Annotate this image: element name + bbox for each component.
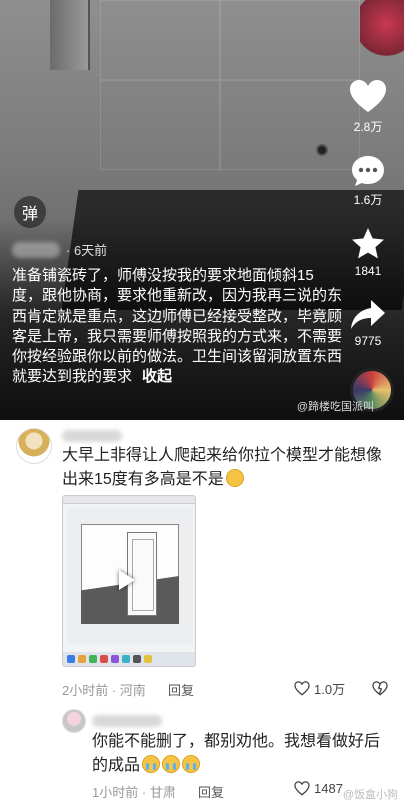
wall-tile: [100, 80, 220, 170]
screenshot-dock: [63, 652, 195, 666]
heart-icon: [350, 80, 386, 112]
dock-app-icon: [133, 655, 141, 663]
crying-emoji-icon: [142, 755, 161, 773]
author-row: · 6天前: [12, 240, 107, 259]
heart-outline-icon: [294, 781, 310, 796]
share-action[interactable]: 9775: [351, 300, 385, 348]
dock-app-icon: [67, 655, 75, 663]
reply-body: 你能不能删了，都别劝他。我想看做好后的成品: [92, 733, 381, 774]
favorite-action[interactable]: 1841: [351, 228, 385, 278]
reply-like-button[interactable]: 1487: [294, 781, 343, 796]
comment-text: 大早上非得让人爬起来给你拉个模型才能想像出来15度有多高是不是: [62, 444, 382, 492]
comment-image[interactable]: [62, 495, 196, 667]
comment-like-button[interactable]: 1.0万: [294, 679, 345, 698]
dislike-icon[interactable]: [372, 681, 388, 696]
dock-app-icon: [111, 655, 119, 663]
comment-section: 大早上非得让人爬起来给你拉个模型才能想像出来15度有多高是不是 2小时前 · 河…: [0, 420, 404, 800]
wall-tile: [100, 0, 220, 80]
dock-app-icon: [89, 655, 97, 663]
share-arrow-icon: [351, 300, 385, 329]
grin-emoji-icon: [225, 469, 244, 487]
reply-meta: 1小时前 · 甘肃: [92, 785, 176, 800]
star-icon: [352, 228, 384, 259]
wall-tile: [220, 0, 360, 80]
dock-app-icon: [122, 655, 130, 663]
collapse-button[interactable]: 收起: [142, 368, 172, 385]
video-caption: 准备铺瓷砖了，师傅没按我的要求地面倾斜15度，跟他协商，要求他重新改，因为我再三…: [12, 266, 342, 388]
like-action[interactable]: 2.8万: [350, 80, 386, 135]
comment-count: 1.6万: [353, 193, 383, 207]
action-bar: 2.8万 1.6万 1841 9775: [342, 80, 394, 362]
dock-app-icon: [144, 655, 152, 663]
footer-watermark: @饭盒小狗: [342, 789, 398, 800]
danmu-label: 弹: [21, 206, 38, 223]
dock-app-icon: [78, 655, 86, 663]
commenter-name-blurred[interactable]: [62, 430, 122, 442]
crying-emoji-icon: [182, 755, 201, 773]
post-time: · 6天前: [66, 243, 108, 258]
pipe-hole: [316, 144, 328, 156]
video-player[interactable]: 弹 · 6天前 准备铺瓷砖了，师傅没按我的要求地面倾斜15度，跟他协商，要求他重…: [0, 0, 404, 420]
reply-like-count: 1487: [314, 781, 343, 796]
caption-text: 准备铺瓷砖了，师傅没按我的要求地面倾斜15度，跟他协商，要求他重新改，因为我再三…: [12, 267, 343, 386]
reply-button[interactable]: 回复: [168, 680, 194, 699]
wall-tile: [220, 80, 360, 170]
reply-reply-button[interactable]: 回复: [198, 782, 224, 800]
video-watermark: @蹄楼吃国派叫: [296, 401, 374, 413]
like-count: 2.8万: [353, 120, 383, 134]
share-count: 9775: [354, 334, 382, 348]
reply-avatar[interactable]: [62, 709, 86, 733]
heart-outline-icon: [294, 681, 310, 696]
dock-app-icon: [100, 655, 108, 663]
comment-like-count: 1.0万: [314, 682, 346, 697]
comment-icon: [352, 156, 384, 186]
wall-niche: [50, 0, 90, 70]
danmu-button[interactable]: 弹: [14, 196, 46, 228]
comment-avatar[interactable]: [16, 428, 52, 464]
reply-text: 你能不能删了，都别劝他。我想看做好后的成品: [92, 730, 382, 778]
play-icon[interactable]: [119, 570, 135, 590]
comment-action[interactable]: 1.6万: [351, 155, 385, 208]
replier-name-blurred[interactable]: [92, 715, 162, 727]
author-name-blurred[interactable]: [12, 241, 60, 258]
favorite-count: 1841: [354, 264, 382, 278]
crying-emoji-icon: [162, 755, 181, 773]
comment-meta: 2小时前 · 河南: [62, 683, 146, 698]
comment-body: 大早上非得让人爬起来给你拉个模型才能想像出来15度有多高是不是: [62, 447, 383, 488]
red-object: [360, 0, 404, 60]
screenshot-toolbar: [63, 496, 195, 504]
